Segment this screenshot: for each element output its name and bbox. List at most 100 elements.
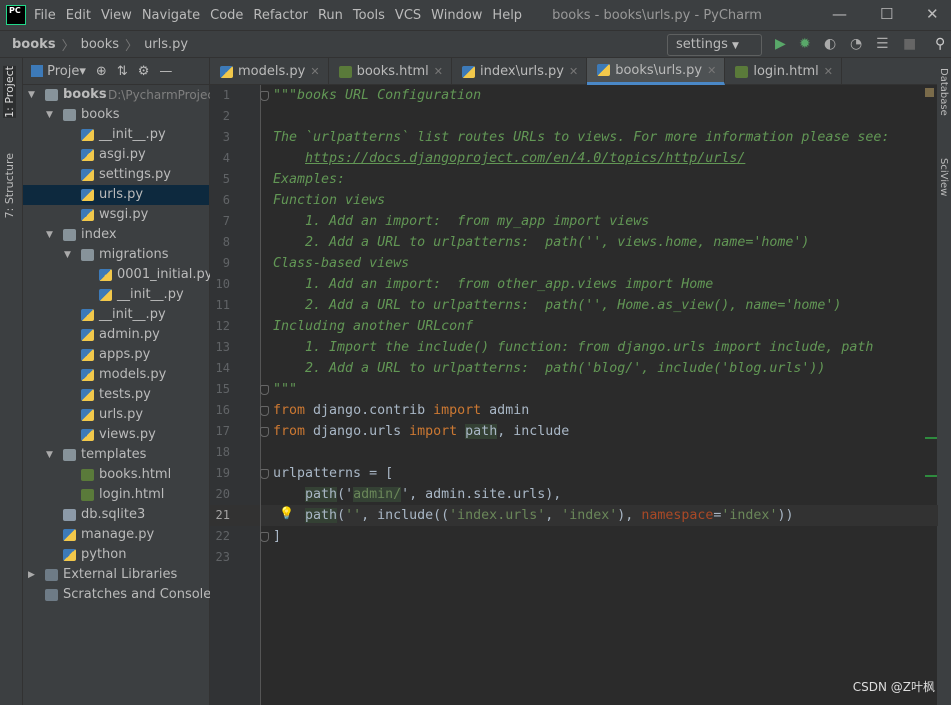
tree-item[interactable]: ▶ External Libraries xyxy=(23,565,209,585)
debug-icon[interactable]: ✹ xyxy=(799,36,811,52)
code-line[interactable]: Function views xyxy=(273,190,385,211)
code-line[interactable]: https://docs.djangoproject.com/en/4.0/to… xyxy=(273,148,745,169)
fold-marker-icon[interactable] xyxy=(260,91,269,101)
project-view-dropdown[interactable]: Proje▾ xyxy=(31,64,86,79)
tab-structure-tool[interactable]: 7: Structure xyxy=(3,153,16,218)
menu-run[interactable]: Run xyxy=(318,8,343,23)
tree-item[interactable]: ▼ index xyxy=(23,225,209,245)
tab-books-html[interactable]: books.html ✕ xyxy=(329,58,452,85)
menu-navigate[interactable]: Navigate xyxy=(142,8,200,23)
tab-models-py[interactable]: models.py ✕ xyxy=(210,58,329,85)
tree-item[interactable]: apps.py xyxy=(23,345,209,365)
code-line[interactable]: ] xyxy=(273,526,281,547)
code-line[interactable]: 1. Add an import: from other_app.views i… xyxy=(273,274,713,295)
lightbulb-icon[interactable]: 💡 xyxy=(279,506,294,520)
code-line[interactable]: Class-based views xyxy=(273,253,409,274)
coverage-icon[interactable]: ◐ xyxy=(824,36,836,52)
tree-item[interactable]: ▼ books xyxy=(23,105,209,125)
stop-icon[interactable]: ■ xyxy=(903,36,916,52)
tree-item[interactable]: ▼ templates xyxy=(23,445,209,465)
tab-login-html[interactable]: login.html ✕ xyxy=(725,58,842,85)
breadcrumb-file[interactable]: urls.py xyxy=(144,37,188,52)
inspection-status-icon[interactable] xyxy=(925,88,934,97)
tree-item[interactable]: ▼ migrations xyxy=(23,245,209,265)
breadcrumb-project[interactable]: books xyxy=(12,37,56,52)
code-line[interactable]: urlpatterns = [ xyxy=(273,463,393,484)
tree-item[interactable]: urls.py xyxy=(23,405,209,425)
breadcrumb-folder[interactable]: books xyxy=(81,37,119,52)
run-configuration-dropdown[interactable]: settings ▼ xyxy=(667,34,762,56)
tab-project-tool[interactable]: 1: Project xyxy=(3,66,16,118)
chevron-down-icon[interactable]: ▼ xyxy=(28,85,35,105)
tree-item[interactable]: Scratches and Consoles xyxy=(23,585,218,605)
close-tab-icon[interactable]: ✕ xyxy=(434,65,443,78)
menu-code[interactable]: Code xyxy=(210,8,243,23)
chevron-down-icon[interactable]: ▼ xyxy=(46,225,53,245)
tree-item[interactable]: db.sqlite3 xyxy=(23,505,209,525)
code-line[interactable]: path('', include(('index.urls', 'index')… xyxy=(273,505,793,526)
locate-icon[interactable]: ⊕ xyxy=(96,64,107,79)
profile-icon[interactable]: ◔ xyxy=(850,36,862,52)
minimize-button[interactable]: — xyxy=(832,5,847,23)
menu-file[interactable]: File xyxy=(34,8,56,23)
code-line[interactable]: 2. Add a URL to urlpatterns: path('blog/… xyxy=(273,358,825,379)
tab-index-urls-py[interactable]: index\urls.py ✕ xyxy=(452,58,588,85)
collapse-all-icon[interactable]: ⇅ xyxy=(117,64,128,79)
code-line[interactable]: 2. Add a URL to urlpatterns: path('', Ho… xyxy=(273,295,841,316)
menu-window[interactable]: Window xyxy=(431,8,482,23)
tree-item[interactable]: tests.py xyxy=(23,385,209,405)
tree-item[interactable]: asgi.py xyxy=(23,145,209,165)
gear-icon[interactable]: ⚙ xyxy=(138,64,150,79)
run-icon[interactable]: ▶ xyxy=(775,36,786,52)
chevron-right-icon[interactable]: ▶ xyxy=(28,565,35,585)
menu-tools[interactable]: Tools xyxy=(353,8,385,23)
tab-sciview-tool[interactable]: SciView xyxy=(938,158,949,196)
code-line[interactable]: from django.contrib import admin xyxy=(273,400,529,421)
tree-item[interactable]: manage.py xyxy=(23,525,209,545)
code-line[interactable]: """books URL Configuration xyxy=(273,85,481,106)
tree-item[interactable]: __init__.py xyxy=(23,305,209,325)
tree-item[interactable]: books.html xyxy=(23,465,209,485)
code-line[interactable]: Examples: xyxy=(273,169,345,190)
tree-item[interactable]: python xyxy=(23,545,209,565)
menu-view[interactable]: View xyxy=(101,8,132,23)
code-line[interactable]: The `urlpatterns` list routes URLs to vi… xyxy=(273,127,889,148)
code-line[interactable]: 1. Add an import: from my_app import vie… xyxy=(273,211,649,232)
tree-item[interactable]: __init__.py xyxy=(23,125,209,145)
tree-item[interactable]: __init__.py xyxy=(23,285,209,305)
search-icon[interactable]: ⚲ xyxy=(935,36,945,52)
menu-edit[interactable]: Edit xyxy=(66,8,91,23)
menu-refactor[interactable]: Refactor xyxy=(253,8,308,23)
fold-marker-icon[interactable] xyxy=(260,385,269,395)
code-line[interactable]: path('admin/', admin.site.urls), xyxy=(273,484,561,505)
menu-vcs[interactable]: VCS xyxy=(395,8,421,23)
code-line[interactable]: """ xyxy=(273,379,297,400)
tree-item[interactable]: settings.py xyxy=(23,165,209,185)
close-tab-icon[interactable]: ✕ xyxy=(310,65,319,78)
tree-item[interactable]: wsgi.py xyxy=(23,205,209,225)
chevron-down-icon[interactable]: ▼ xyxy=(46,445,53,465)
fold-marker-icon[interactable] xyxy=(260,406,269,416)
concurrency-icon[interactable]: ☰ xyxy=(876,36,889,52)
close-button[interactable]: ✕ xyxy=(926,5,939,23)
close-tab-icon[interactable]: ✕ xyxy=(707,64,716,77)
tree-item[interactable]: urls.py xyxy=(23,185,209,205)
hide-panel-icon[interactable]: — xyxy=(159,64,172,79)
maximize-button[interactable]: ☐ xyxy=(880,5,893,23)
tab-database-tool[interactable]: Database xyxy=(938,68,949,116)
tree-item[interactable]: ▼ books D:\PycharmProject xyxy=(23,85,219,105)
chevron-down-icon[interactable]: ▼ xyxy=(46,105,53,125)
fold-marker-icon[interactable] xyxy=(260,532,269,542)
close-tab-icon[interactable]: ✕ xyxy=(569,65,578,78)
chevron-down-icon[interactable]: ▼ xyxy=(64,245,71,265)
code-editor[interactable]: """books URL Configuration The `urlpatter… xyxy=(260,85,938,705)
tree-item[interactable]: admin.py xyxy=(23,325,209,345)
tree-item[interactable]: views.py xyxy=(23,425,209,445)
tree-item[interactable]: login.html xyxy=(23,485,209,505)
tree-item[interactable]: 0001_initial.py xyxy=(23,265,212,285)
code-line[interactable]: from django.urls import path, include xyxy=(273,421,569,442)
close-tab-icon[interactable]: ✕ xyxy=(824,65,833,78)
code-line[interactable]: 1. Import the include() function: from d… xyxy=(273,337,873,358)
tab-books-urls-py[interactable]: books\urls.py ✕ xyxy=(587,58,726,85)
code-line[interactable]: Including another URLconf xyxy=(273,316,473,337)
